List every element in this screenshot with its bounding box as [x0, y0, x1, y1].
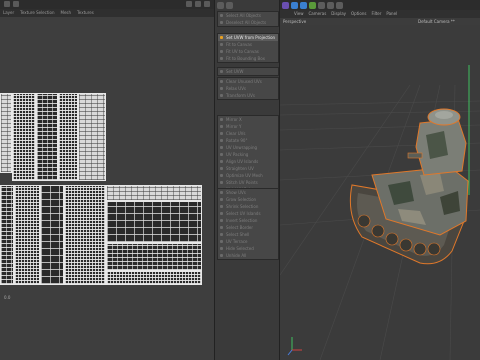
vp-menu-options[interactable]: Options — [351, 10, 366, 18]
uv-island — [58, 93, 78, 181]
uv-scale-label: 0.0 — [4, 295, 11, 300]
cmd-fit-to-canvas[interactable]: Fit to Canvas — [218, 41, 278, 48]
redo-icon[interactable] — [13, 1, 19, 7]
cmd-select-shell[interactable]: Select Shell — [218, 231, 278, 238]
cmd-set-uvw-from-projection[interactable]: Set UVW from Projection — [218, 34, 278, 41]
subdivide-icon[interactable] — [300, 1, 307, 9]
cmd-hide-selected[interactable]: Hide Selected — [218, 245, 278, 252]
cmd-select-all-objects[interactable]: Select All Objects — [218, 12, 278, 19]
cmd-clear-unused-uvs[interactable]: Clear Unused UVs — [218, 78, 278, 85]
array-icon[interactable] — [309, 1, 316, 9]
command-group: Select All Objects Deselect All Objects — [217, 11, 279, 27]
uv-island — [106, 185, 202, 201]
uv-island — [36, 93, 58, 181]
uv-island — [14, 185, 40, 285]
cmd-relax-uvs[interactable]: Relax UVs — [218, 85, 278, 92]
uv-menu-textures[interactable]: Textures — [77, 9, 94, 17]
cmd-fit-to-bounding-box[interactable]: Fit to Bounding Box — [218, 55, 278, 62]
camera-icon[interactable] — [318, 1, 325, 9]
cmd-straighten-uv[interactable]: Straighten UV — [218, 165, 278, 172]
command-group: Mirror X Mirror Y Clear UVs Rotate 90° U… — [217, 115, 279, 194]
cmd-set-uvw[interactable]: Set UVW — [218, 68, 278, 75]
uv-island — [78, 93, 106, 181]
commands-toolbar — [217, 0, 233, 10]
uv-island — [106, 201, 202, 243]
camera-name[interactable]: Default Camera ** — [418, 18, 455, 25]
cmd-mirror-y[interactable]: Mirror Y — [218, 123, 278, 130]
cmd-transform-uvs[interactable]: Transform UVs — [218, 92, 278, 99]
viewport-toolbar — [280, 0, 480, 10]
cmd-select-border[interactable]: Select Border — [218, 224, 278, 231]
axis-gizmo — [287, 337, 302, 356]
uv-menu-texture-selection[interactable]: Texture Selection — [20, 9, 54, 17]
command-group: Set UVW from Projection Fit to Canvas Fi… — [217, 33, 279, 63]
uv-island — [64, 185, 106, 285]
undo-icon[interactable] — [4, 1, 10, 7]
maximize-icon[interactable] — [204, 1, 210, 7]
cmd-mirror-x[interactable]: Mirror X — [218, 116, 278, 123]
uv-menu-mesh[interactable]: Mesh — [61, 9, 72, 17]
cmd-uv-packing[interactable]: UV Packing — [218, 151, 278, 158]
command-group: Show UVs Grow Selection Shrink Selection… — [217, 188, 279, 260]
uv-canvas[interactable]: 0.0 — [0, 17, 214, 360]
layout-icon[interactable] — [217, 1, 224, 9]
cmd-shrink-selection[interactable]: Shrink Selection — [218, 203, 278, 210]
vp-menu-cameras[interactable]: Cameras — [309, 10, 327, 18]
cmd-grow-selection[interactable]: Grow Selection — [218, 196, 278, 203]
viewport-scene — [280, 65, 480, 360]
cmd-rotate-90[interactable]: Rotate 90° — [218, 137, 278, 144]
light-icon[interactable] — [327, 1, 334, 9]
command-group: Set UVW — [217, 67, 279, 76]
uv-commands-panel: Select All Objects Deselect All Objects … — [214, 0, 280, 360]
tank-model[interactable] — [349, 108, 469, 265]
cmd-invert-selection[interactable]: Invert Selection — [218, 217, 278, 224]
cmd-select-uv-islands[interactable]: Select UV Islands — [218, 210, 278, 217]
uv-island — [0, 93, 12, 173]
pen-icon[interactable] — [291, 1, 298, 9]
viewport-header: Perspective Default Camera ** — [280, 18, 480, 25]
uv-island — [12, 93, 36, 181]
vp-menu-view[interactable]: View — [294, 10, 304, 18]
uv-menubar: Layer Texture Selection Mesh Textures — [0, 9, 214, 17]
uv-editor-pane: Layer Texture Selection Mesh Textures 0.… — [0, 0, 214, 360]
app-window: Layer Texture Selection Mesh Textures 0.… — [0, 0, 480, 360]
viewport-pane: View Cameras Display Options Filter Pane… — [280, 0, 480, 360]
uv-toolbar — [0, 0, 214, 9]
command-group: Clear Unused UVs Relax UVs Transform UVs — [217, 77, 279, 100]
cmd-optimize-uv-mesh[interactable]: Optimize UV Mesh — [218, 172, 278, 179]
vp-menu-filter[interactable]: Filter — [371, 10, 381, 18]
view-name: Perspective — [283, 19, 307, 24]
uv-island — [106, 243, 202, 271]
viewport-menubar: View Cameras Display Options Filter Pane… — [280, 10, 480, 18]
cmd-unhide-all[interactable]: Unhide All — [218, 252, 278, 259]
vp-menu-panel[interactable]: Panel — [386, 10, 397, 18]
cmd-align-uv-islands[interactable]: Align UV Islands — [218, 158, 278, 165]
zoom-icon[interactable] — [195, 1, 201, 7]
move-icon[interactable] — [186, 1, 192, 7]
cmd-show-uvs[interactable]: Show UVs — [218, 189, 278, 196]
uv-menu-layer[interactable]: Layer — [3, 9, 14, 17]
cmd-uv-terrace[interactable]: UV Terrace — [218, 238, 278, 245]
cmd-stitch-uv-points[interactable]: Stitch UV Points — [218, 179, 278, 186]
cube-icon[interactable] — [282, 1, 289, 9]
cmd-clear-uvs[interactable]: Clear UVs — [218, 130, 278, 137]
uv-island — [40, 185, 64, 285]
add-icon[interactable] — [336, 1, 343, 9]
render-icon[interactable] — [226, 1, 233, 9]
uv-island — [0, 185, 14, 285]
uv-island — [106, 271, 202, 285]
cmd-uv-unwrapping[interactable]: UV Unwrapping — [218, 144, 278, 151]
cmd-fit-uv-to-canvas[interactable]: Fit UV to Canvas — [218, 48, 278, 55]
vp-menu-display[interactable]: Display — [331, 10, 346, 18]
viewport-canvas[interactable] — [280, 25, 480, 360]
cmd-deselect-all-objects[interactable]: Deselect All Objects — [218, 19, 278, 26]
